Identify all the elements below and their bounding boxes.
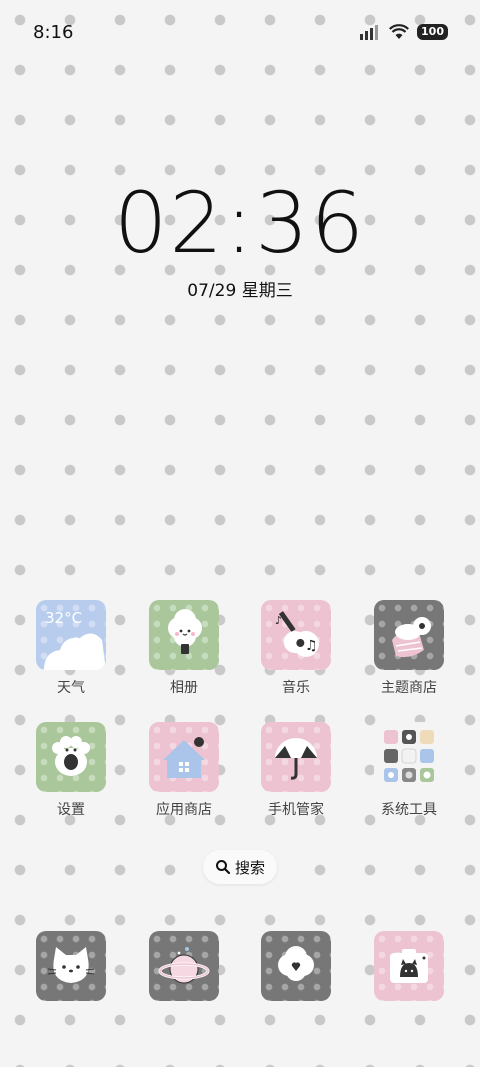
svg-text:♪: ♪ — [275, 614, 282, 627]
app-folder-system-tools[interactable]: 系统工具 — [359, 722, 459, 819]
app-settings[interactable]: 设置 — [21, 722, 121, 819]
lockscreen-clock[interactable]: 02:36 — [0, 178, 480, 268]
search-icon — [215, 860, 231, 875]
app-label: 天气 — [57, 680, 85, 696]
folder-icon — [374, 722, 444, 792]
dock-app-messages[interactable] — [246, 931, 346, 1001]
dock-app-camera[interactable] — [359, 931, 459, 1001]
app-label: 系统工具 — [381, 802, 437, 818]
status-time: 8:16 — [33, 22, 74, 43]
status-bar: 8:16 100 — [0, 0, 480, 68]
app-label: 手机管家 — [268, 802, 324, 818]
umbrella-icon — [261, 722, 331, 792]
app-label: 主题商店 — [381, 680, 437, 696]
app-label: 相册 — [170, 680, 198, 696]
search-label: 搜索 — [234, 858, 265, 877]
app-label: 应用商店 — [156, 802, 212, 818]
guitar-icon: ♫ ♪ — [261, 600, 331, 670]
dock-app-phone[interactable] — [21, 931, 121, 1001]
app-label: 设置 — [57, 802, 85, 818]
paw-icon — [36, 722, 106, 792]
cat-face-icon — [36, 931, 106, 1001]
cupcake-icon — [374, 600, 444, 670]
app-theme-store[interactable]: 主题商店 — [359, 600, 459, 697]
wifi-icon — [389, 24, 410, 39]
search-button[interactable]: 搜索 — [203, 850, 277, 884]
app-phone-manager[interactable]: 手机管家 — [246, 722, 346, 819]
app-music[interactable]: ♫ ♪ 音乐 — [246, 600, 346, 697]
weather-icon: 32°C — [36, 600, 106, 670]
dock-app-browser[interactable] — [134, 931, 234, 1001]
tree-icon — [149, 600, 219, 670]
app-gallery[interactable]: 相册 — [134, 600, 234, 697]
app-label: 音乐 — [282, 680, 310, 696]
house-icon — [149, 722, 219, 792]
battery-indicator: 100 — [417, 24, 448, 40]
app-store[interactable]: 应用商店 — [134, 722, 234, 819]
app-weather[interactable]: 32°C 天气 — [21, 600, 121, 697]
status-icons: 100 — [359, 24, 448, 40]
camera-icon — [374, 931, 444, 1001]
planet-icon — [149, 931, 219, 1001]
svg-text:♫: ♫ — [305, 638, 318, 654]
heart-bubble-icon — [261, 931, 331, 1001]
signal-icon — [360, 25, 379, 40]
lockscreen-date: 07/29 星期三 — [187, 281, 293, 301]
